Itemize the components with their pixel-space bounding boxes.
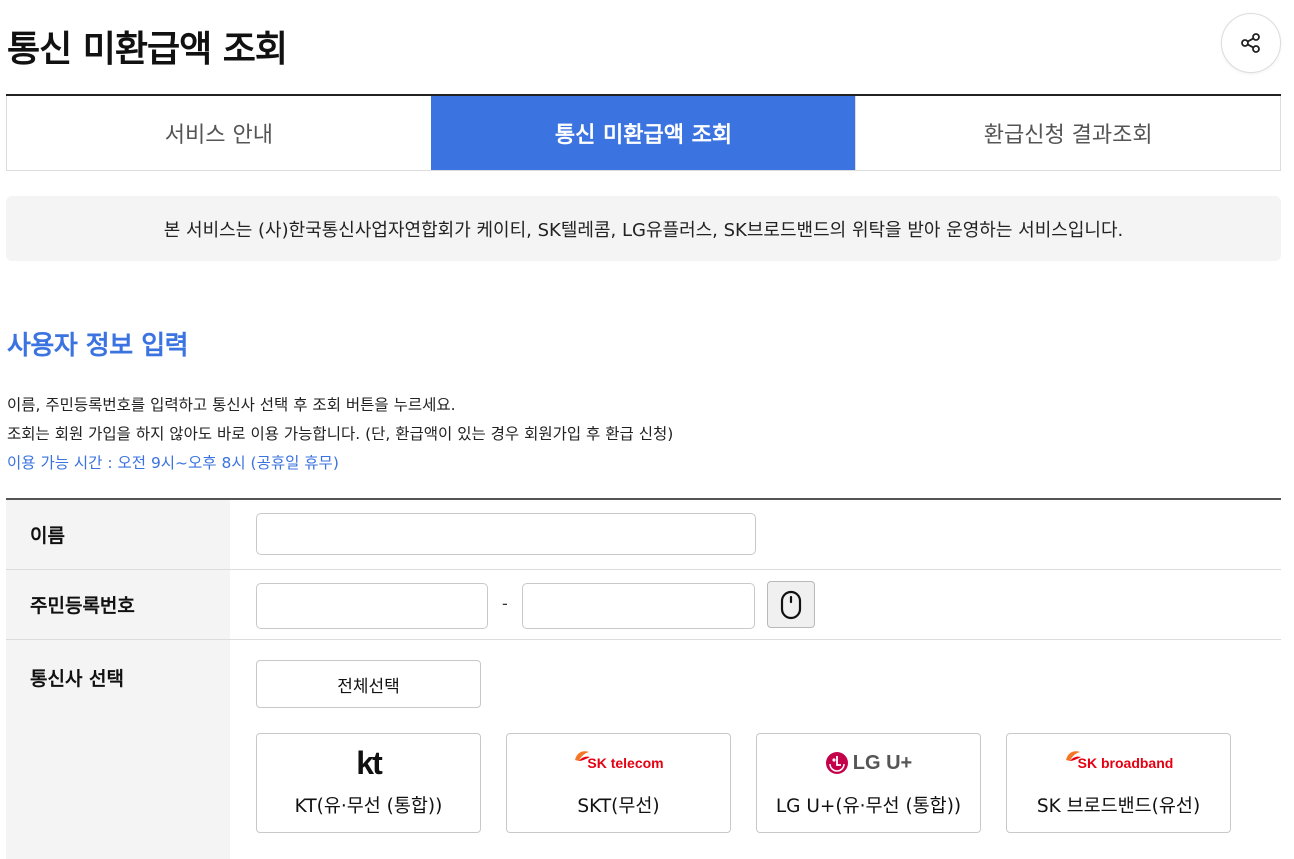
rrn-label: 주민등록번호	[6, 570, 230, 639]
form-row-rrn: 주민등록번호 -	[6, 570, 1281, 640]
instruction-text: 이름, 주민등록번호를 입력하고 통신사 선택 후 조회 버튼을 누르세요.	[7, 396, 456, 414]
sk-broadband-logo: SK broadband	[1007, 746, 1230, 780]
carrier-skt-button[interactable]: SK telecom SKT(무선)	[506, 733, 731, 833]
rrn-separator: -	[502, 594, 508, 613]
rrn-back-input[interactable]	[522, 583, 755, 629]
secure-keypad-button[interactable]	[767, 581, 815, 628]
service-notice: 본 서비스는 (사)한국통신사업자연합회가 케이티, SK텔레콤, LG유플러스…	[6, 196, 1281, 261]
form-row-name: 이름	[6, 500, 1281, 570]
tab-service-guide[interactable]: 서비스 안내	[6, 96, 431, 170]
tab-bar: 서비스 안내 통신 미환급액 조회 환급신청 결과조회	[6, 94, 1282, 171]
name-label: 이름	[6, 500, 230, 569]
mouse-keypad-icon	[780, 590, 802, 619]
kt-logo-text: kt	[356, 744, 382, 781]
kt-logo: kt	[257, 744, 480, 781]
section-title: 사용자 정보 입력	[7, 331, 189, 361]
sk-broadband-logo-text: SK broadband	[1077, 755, 1174, 771]
rrn-front-input[interactable]	[256, 583, 488, 629]
carrier-skt-label: SKT(무선)	[577, 796, 660, 817]
carrier-lgu-button[interactable]: LG U+ LG U+(유·무선 (통합))	[756, 733, 981, 833]
carrier-kt-button[interactable]: kt KT(유·무선 (통합))	[256, 733, 481, 833]
sk-telecom-logo: SK telecom	[507, 746, 730, 780]
user-info-form: 이름 주민등록번호 - 통신사 선택 전체선택 kt KT(유·무선 (통합))	[6, 498, 1281, 859]
lg-uplus-logo-text: LG U+	[852, 751, 913, 774]
carrier-skb-button[interactable]: SK broadband SK 브로드밴드(유선)	[1006, 733, 1231, 833]
carrier-label: 통신사 선택	[6, 640, 230, 859]
carrier-lgu-label: LG U+(유·무선 (통합))	[775, 796, 962, 817]
name-input[interactable]	[256, 513, 756, 555]
sk-telecom-logo-text: SK telecom	[587, 755, 664, 771]
service-notice-text: 본 서비스는 (사)한국통신사업자연합회가 케이티, SK텔레콤, LG유플러스…	[163, 219, 1124, 241]
form-row-carrier: 통신사 선택 전체선택 kt KT(유·무선 (통합)) SK telecom …	[6, 640, 1281, 859]
carrier-kt-label: KT(유·무선 (통합))	[294, 796, 443, 817]
carrier-skb-label: SK 브로드밴드(유선)	[1036, 796, 1201, 817]
service-hours-text: 이용 가능 시간 : 오전 9시~오후 8시 (공휴일 휴무)	[7, 454, 339, 472]
select-all-button[interactable]: 전체선택	[256, 660, 481, 708]
share-button[interactable]	[1221, 13, 1281, 73]
lg-uplus-logo: LG U+	[757, 746, 980, 780]
page-title: 통신 미환급액 조회	[7, 29, 288, 70]
tab-refund-lookup[interactable]: 통신 미환급액 조회	[430, 96, 856, 170]
share-icon	[1241, 33, 1260, 53]
tab-refund-result[interactable]: 환급신청 결과조회	[855, 96, 1282, 170]
signup-note-text: 조회는 회원 가입을 하지 않아도 바로 이용 가능합니다. (단, 환급액이 …	[7, 425, 674, 443]
lg-face-icon	[825, 752, 848, 774]
